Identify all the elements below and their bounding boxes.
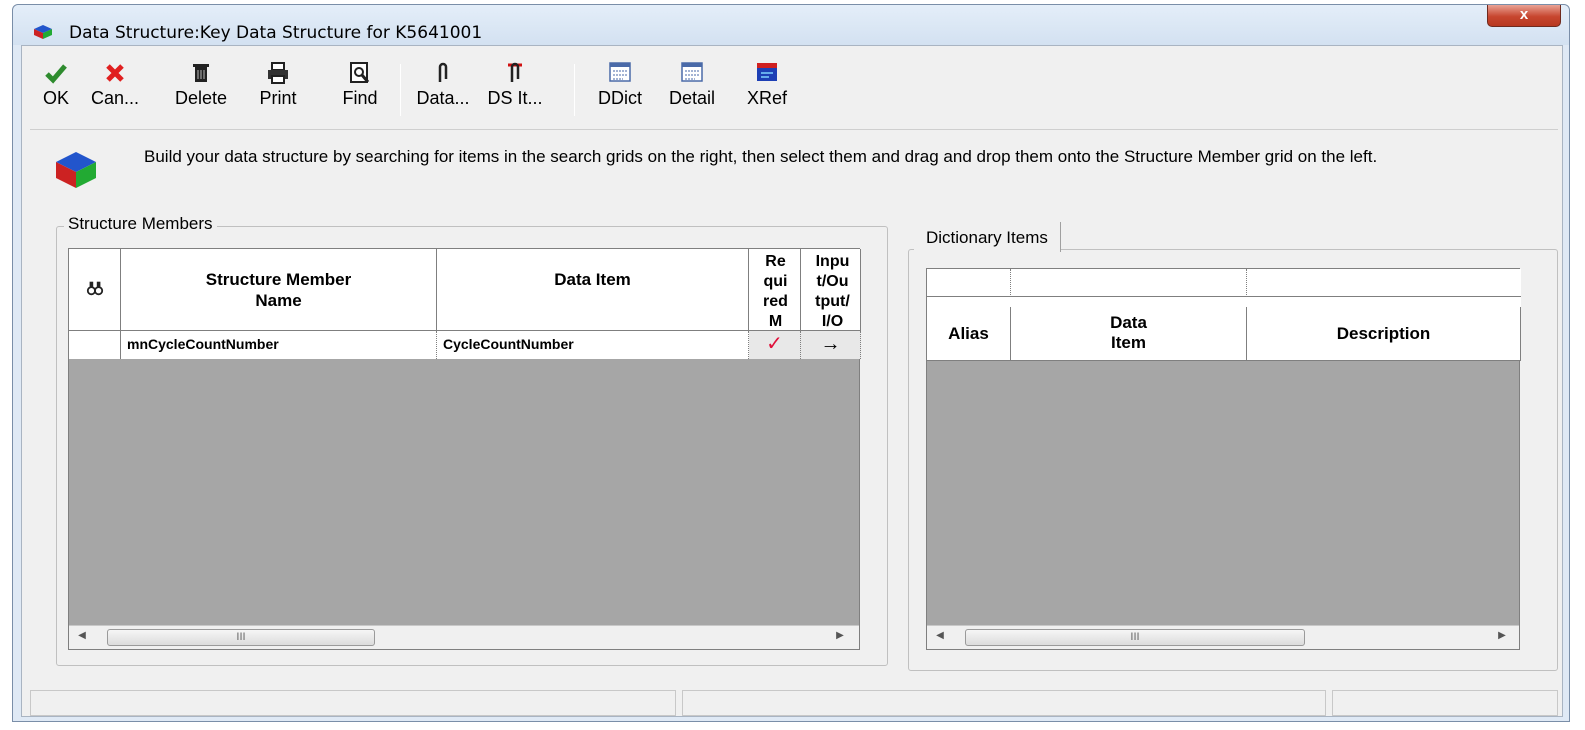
horizontal-scrollbar[interactable]: ◀ III ▶ xyxy=(927,625,1519,649)
paperclip-icon xyxy=(438,62,448,82)
print-button[interactable]: Print xyxy=(250,60,306,118)
scroll-left-icon[interactable]: ◀ xyxy=(75,630,89,641)
scroll-right-icon[interactable]: ▶ xyxy=(1495,630,1509,641)
structure-members-title: Structure Members xyxy=(64,214,217,234)
xref-button[interactable]: XRef xyxy=(742,60,792,118)
status-pane-left xyxy=(30,690,676,716)
cancel-label: Can... xyxy=(90,88,140,108)
column-header-selector[interactable] xyxy=(69,249,121,331)
data-item-cell[interactable]: CycleCountNumber xyxy=(437,331,749,359)
scroll-thumb[interactable]: III xyxy=(965,629,1305,646)
print-label: Print xyxy=(259,88,297,108)
ddict-icon xyxy=(609,62,631,82)
column-header-alias[interactable]: Alias xyxy=(927,307,1011,361)
required-cell[interactable]: ✓ xyxy=(749,331,801,359)
printer-icon xyxy=(268,62,288,84)
app-window: Data Structure:Key Data Structure for K5… xyxy=(12,4,1570,722)
checkmark-icon: ✓ xyxy=(766,333,783,355)
find-icon xyxy=(350,62,370,83)
title-bar[interactable]: Data Structure:Key Data Structure for K5… xyxy=(13,5,1569,45)
table-row[interactable]: mnCycleCountNumber CycleCountNumber ✓ → xyxy=(69,331,861,359)
scroll-thumb[interactable]: III xyxy=(107,629,375,646)
detail-label: Detail xyxy=(668,88,716,108)
toolbar: OK Can... Delete Print Find Data... DS I… xyxy=(30,50,1558,130)
delete-button[interactable]: Delete xyxy=(166,60,236,118)
right-arrow-icon: → xyxy=(820,333,841,355)
xref-label: XRef xyxy=(746,88,788,108)
column-header-data-item[interactable]: Data Item xyxy=(437,249,749,331)
ok-label: OK xyxy=(42,88,69,108)
status-bar xyxy=(30,690,1558,716)
column-header-description[interactable]: Description xyxy=(1247,307,1521,361)
detail-icon xyxy=(681,62,703,82)
detail-button[interactable]: Detail xyxy=(662,60,722,118)
search-binoculars-icon xyxy=(86,281,103,296)
instruction-text: Build your data structure by searching f… xyxy=(144,147,1378,166)
filter-spacer xyxy=(927,297,1521,307)
ds-item-button[interactable]: DS It... xyxy=(482,60,548,118)
structure-members-grid[interactable]: Structure Member Name Data Item Re qui r… xyxy=(68,248,861,650)
cancel-button[interactable]: Can... xyxy=(86,60,144,118)
ddict-button[interactable]: DDict xyxy=(590,60,650,118)
horizontal-scrollbar[interactable]: ◀ III ▶ xyxy=(69,625,859,649)
row-selector[interactable] xyxy=(69,331,121,359)
close-button[interactable]: x xyxy=(1487,5,1561,27)
column-header-input-output[interactable]: Inpu t/Ou tput/ I/O xyxy=(801,249,861,331)
io-cell[interactable]: → xyxy=(801,331,861,359)
checkmark-icon xyxy=(45,64,67,84)
dictionary-items-grid[interactable]: Alias Data Item Description ◀ III ▶ xyxy=(926,268,1521,650)
trash-icon xyxy=(193,64,209,82)
toolbar-separator xyxy=(400,64,401,116)
scroll-right-icon[interactable]: ▶ xyxy=(833,630,847,641)
filter-cell-description[interactable] xyxy=(1247,269,1521,297)
ds-item-label: DS It... xyxy=(487,88,543,108)
filter-cell-alias[interactable] xyxy=(927,269,1011,297)
cancel-x-icon xyxy=(106,64,124,82)
filter-row[interactable] xyxy=(927,269,1521,297)
filter-cell-data-item[interactable] xyxy=(1011,269,1247,297)
window-client: OK Can... Delete Print Find Data... DS I… xyxy=(21,45,1563,717)
tab-dictionary-items[interactable]: Dictionary Items xyxy=(914,222,1061,252)
data-structure-icon xyxy=(56,152,96,188)
column-header-required[interactable]: Re qui red M xyxy=(749,249,801,331)
status-pane-middle xyxy=(682,690,1326,716)
delete-label: Delete xyxy=(174,88,228,108)
window-title: Data Structure:Key Data Structure for K5… xyxy=(69,23,483,43)
data-button[interactable]: Data... xyxy=(410,60,476,118)
ok-button[interactable]: OK xyxy=(36,60,76,118)
member-name-cell[interactable]: mnCycleCountNumber xyxy=(121,331,437,359)
scroll-left-icon[interactable]: ◀ xyxy=(933,630,947,641)
xref-icon xyxy=(757,63,777,81)
data-label: Data... xyxy=(416,88,470,108)
data-structure-icon xyxy=(34,25,52,39)
ddict-label: DDict xyxy=(598,88,642,108)
column-header-data-item[interactable]: Data Item xyxy=(1011,307,1247,361)
find-button[interactable]: Find xyxy=(334,60,386,118)
column-header-member-name[interactable]: Structure Member Name xyxy=(121,249,437,331)
status-pane-right xyxy=(1332,690,1558,716)
toolbar-separator xyxy=(574,64,575,116)
find-label: Find xyxy=(342,88,378,108)
red-paperclip-icon xyxy=(508,62,522,82)
